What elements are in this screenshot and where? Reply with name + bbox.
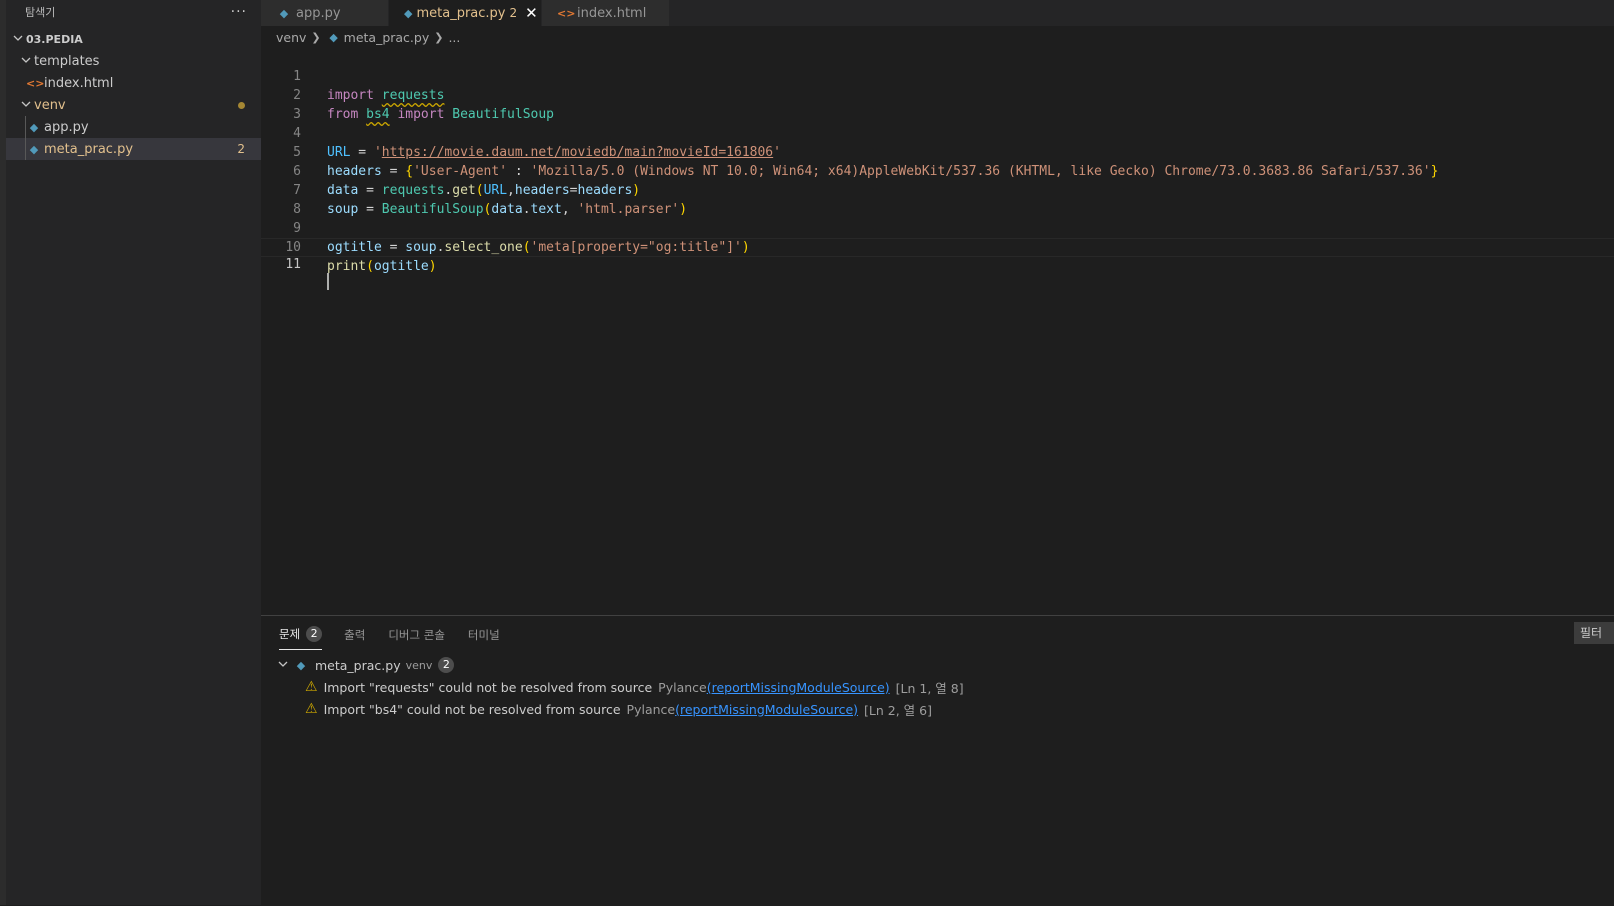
problem-location: [Ln 1, 열 8] [895,680,964,696]
python-file-icon: ◆ [29,142,39,156]
explorer-title: 탐색기 [25,6,56,19]
python-file-icon: ◆ [329,30,338,44]
tree-item-label: templates [34,53,100,69]
code-line: 8 [261,181,1614,217]
problem-count-badge: 2 [237,142,245,156]
code-line: 2 from bs4 import BeautifulSoup [261,67,1614,122]
tab-index-html[interactable]: <> index.html [542,0,670,26]
problem-location: [Ln 2, 열 6] [864,702,932,718]
tree-item-templates[interactable]: templates [6,50,261,72]
tab-app-py[interactable]: ◆ app.py [261,0,389,26]
problem-item[interactable]: ⚠ Import "requests" could not be resolve… [261,676,1614,698]
code-line-current: 11 [261,238,1614,290]
chevron-down-icon [18,55,34,68]
code-line: 7 soup = BeautifulSoup(data.text, 'html.… [261,162,1614,217]
tab-label: meta_prac.py [416,5,506,21]
problem-code-link[interactable]: (reportMissingModuleSource) [675,702,858,717]
explorer-root-folder[interactable]: 03.PEDIA [6,28,261,50]
tab-label: 문제 [279,627,301,641]
code-editor[interactable]: 1 import requests 2 from bs4 import Beau… [261,48,1614,615]
tab-problem-count: 2 [509,6,518,20]
problem-group-file: meta_prac.py [315,657,401,673]
problem-source: Pylance [658,679,707,695]
tab-meta-prac-py[interactable]: ◆ meta_prac.py 2 ✕ [389,0,542,26]
warning-icon: ⚠ [305,701,318,717]
problem-code-link[interactable]: (reportMissingModuleSource) [707,680,890,695]
problem-group-meta-prac-py[interactable]: ◆ meta_prac.py venv 2 [261,654,1614,676]
tree-item-venv[interactable]: venv [6,94,261,116]
python-file-icon: ◆ [279,6,289,20]
editor-tabs: ◆ app.py ◆ meta_prac.py 2 ✕ <> index.htm… [261,0,1614,26]
tab-terminal[interactable]: 터미널 [468,627,511,650]
breadcrumb-folder[interactable]: venv [276,30,306,45]
tree-item-label: index.html [44,75,114,91]
chevron-down-icon [275,659,291,672]
tab-label: 출력 [344,628,366,642]
tree-item-label: app.py [44,119,89,135]
code-line: 10 print(ogtitle) [261,219,1614,274]
problem-group-count: 2 [438,657,455,673]
modified-dot [238,101,245,109]
tab-label: app.py [296,5,341,21]
python-file-icon: ◆ [29,120,39,134]
function-name: print [327,259,367,274]
problem-message: Import "requests" could not be resolved … [323,679,653,695]
indent-guide [25,116,26,138]
tab-debug-console[interactable]: 디버그 콘솔 [388,627,456,650]
html-file-icon: <> [557,6,576,20]
tree-item-label: venv [34,97,66,113]
python-file-icon: ◆ [296,658,306,672]
chevron-right-icon: ❯ [311,30,321,44]
breadcrumb-more[interactable]: ... [448,30,460,45]
chevron-down-icon [18,99,34,112]
problem-source: Pylance [626,701,676,717]
html-file-icon: <> [26,76,45,90]
explorer-header: 탐색기 ··· [6,0,261,24]
tab-output[interactable]: 출력 [344,627,376,650]
close-icon[interactable]: ✕ [525,4,538,22]
explorer-sidebar: 탐색기 ··· 03.PEDIA templates <> index.html… [6,0,261,905]
tree-item-app-py[interactable]: ◆ app.py [6,116,261,138]
problem-group-folder: venv [405,658,433,672]
line-number: 11 [285,257,301,272]
root-folder-label: 03.PEDIA [26,32,83,46]
tab-label: 터미널 [467,628,500,642]
code-line: 3 [261,86,1614,122]
text-cursor [327,273,329,290]
ellipsis-icon[interactable]: ··· [231,4,247,20]
code-line: 5 headers = {'User-Agent' : 'Mozilla/5.0… [261,124,1614,179]
tab-label: 디버그 콘솔 [388,628,445,642]
problems-count-badge: 2 [306,626,323,642]
problem-item[interactable]: ⚠ Import "bs4" could not be resolved fro… [261,698,1614,720]
tree-item-index-html[interactable]: <> index.html [6,72,261,94]
tree-item-meta-prac-py[interactable]: ◆ meta_prac.py 2 [6,138,261,160]
problems-panel: 문제 2 출력 디버그 콘솔 터미널 필터 ◆ meta_prac.py ven… [261,615,1614,906]
chevron-down-icon [10,33,26,46]
code-line: 6 data = requests.get(URL,headers=header… [261,143,1614,198]
problem-message: Import "bs4" could not be resolved from … [323,701,621,717]
indent-guide [25,138,26,160]
breadcrumb: venv ❯ ◆ meta_prac.py ❯ ... [261,26,460,48]
code-line: 4 URL = 'https://movie.daum.net/moviedb/… [261,105,1614,160]
filter-input[interactable]: 필터 [1574,622,1614,644]
warning-icon: ⚠ [305,679,318,695]
tree-item-label: meta_prac.py [44,141,134,157]
tab-label: index.html [577,5,647,21]
chevron-right-icon: ❯ [434,30,444,44]
code-line: 1 import requests [261,48,1614,103]
tab-problems[interactable]: 문제 2 [279,626,323,650]
code-line: 9 ogtitle = soup.select_one('meta[proper… [261,200,1614,255]
breadcrumb-file[interactable]: meta_prac.py [344,30,430,45]
python-file-icon: ◆ [404,6,413,20]
panel-tabs: 문제 2 출력 디버그 콘솔 터미널 [261,616,1614,650]
